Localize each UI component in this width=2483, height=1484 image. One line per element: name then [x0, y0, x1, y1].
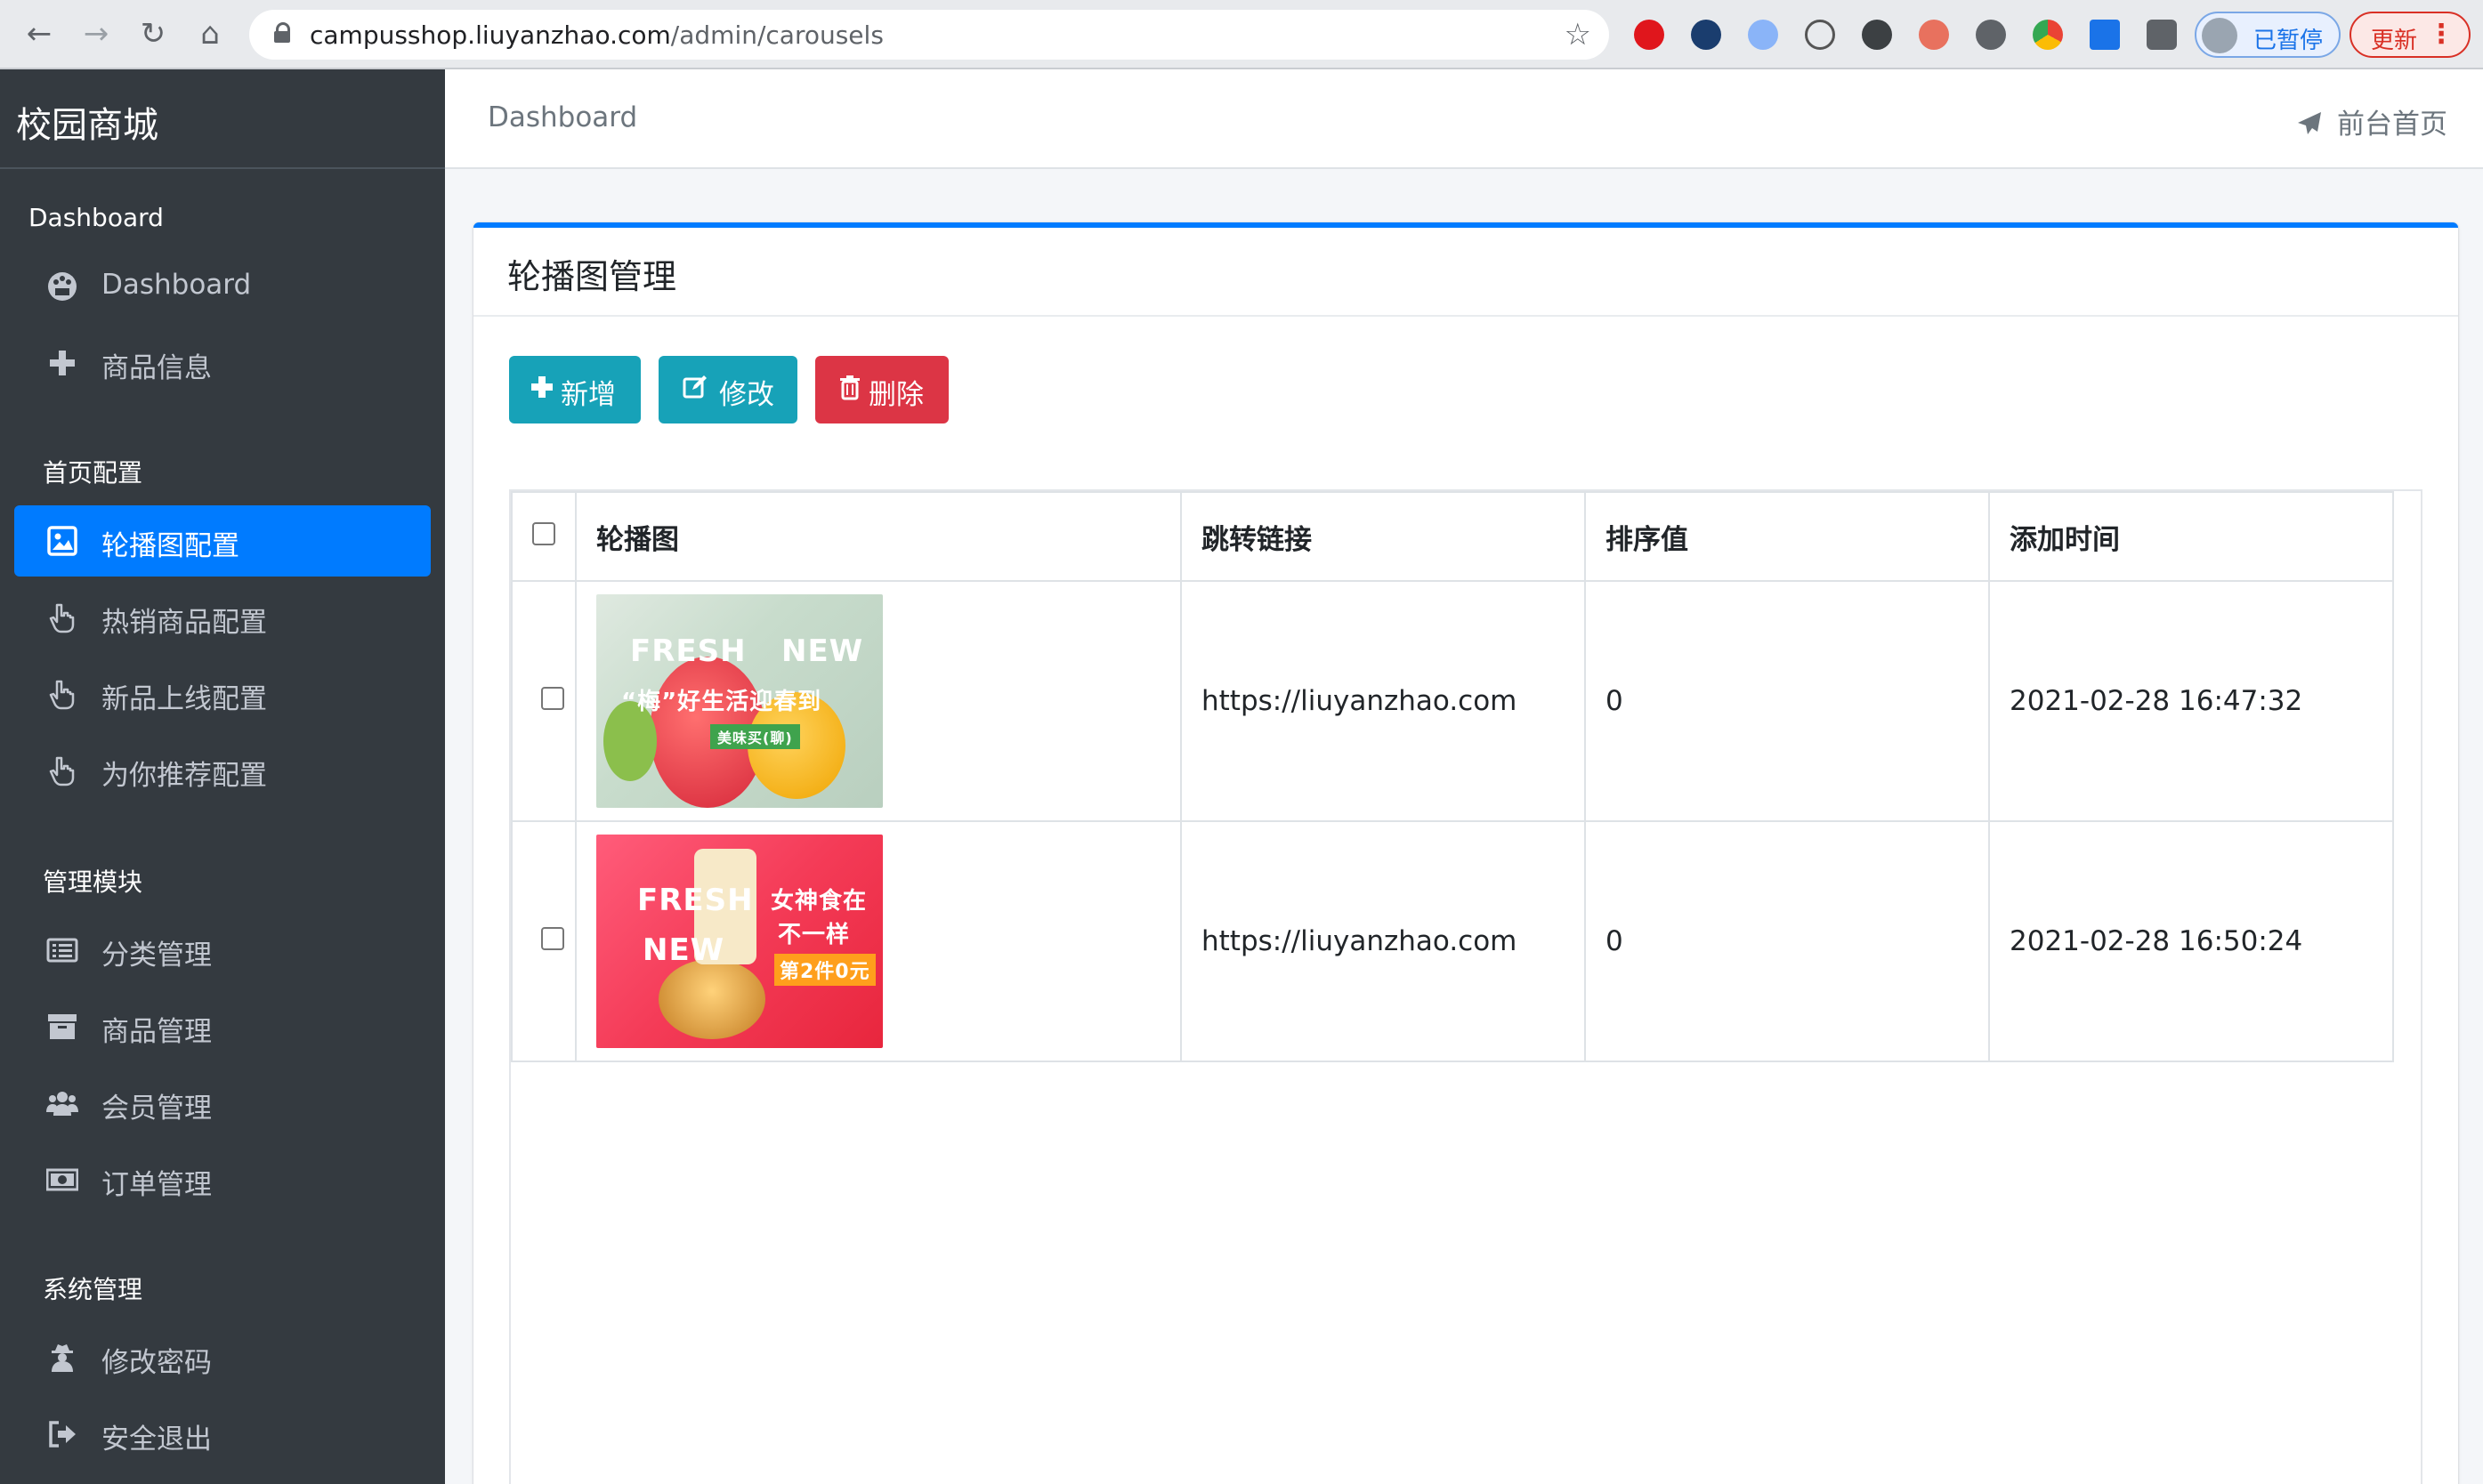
address-bar[interactable]: campusshop.liuyanzhao.com/admin/carousel… — [249, 10, 1609, 60]
link-cell: https://liuyanzhao.com — [1180, 820, 1586, 1062]
url-text: campusshop.liuyanzhao.com/admin/carousel… — [310, 20, 884, 50]
extension-icon[interactable] — [1748, 20, 1778, 50]
carousel-image-cell: FRESH NEW “梅”好生活迎春到 美味买(聊) — [575, 580, 1182, 822]
update-button[interactable]: 更新 ⋮ — [2350, 12, 2471, 58]
home-icon[interactable]: ⌂ — [190, 14, 230, 53]
sidebar-item-products[interactable]: 商品管理 — [14, 991, 431, 1062]
sign-out-icon — [46, 1418, 78, 1450]
sidebar: 校园商城 Dashboard Dashboard 商品信息 首页配置 轮播图配置… — [0, 69, 445, 1484]
card-header: 轮播图管理 — [473, 228, 2458, 317]
created-cell: 2021-02-28 16:47:32 — [1988, 580, 2394, 822]
carousel-image-cell: FRESH NEW 女神食在 不一样 第2件0元 — [575, 820, 1182, 1062]
image-icon — [46, 525, 78, 557]
extension-icon[interactable] — [1805, 20, 1835, 50]
select-all-checkbox[interactable] — [532, 522, 555, 545]
delete-button[interactable]: 删除 — [815, 356, 949, 423]
sidebar-item-logout[interactable]: 安全退出 — [14, 1399, 431, 1470]
column-header-link[interactable]: 跳转链接 — [1180, 491, 1586, 582]
sort-cell: 0 — [1584, 820, 1990, 1062]
extension-icon[interactable] — [1919, 20, 1949, 50]
more-vert-icon: ⋮ — [2428, 19, 2455, 50]
edit-icon — [683, 375, 707, 399]
extension-icon[interactable] — [2090, 20, 2120, 50]
paper-plane-icon — [2298, 112, 2321, 134]
extension-icon[interactable] — [2033, 20, 2063, 50]
sidebar-item-dashboard[interactable]: Dashboard — [14, 251, 431, 322]
puzzle-icon[interactable] — [2147, 20, 2177, 50]
sidebar-item-carousel-config[interactable]: 轮播图配置 — [14, 505, 431, 577]
extension-icon[interactable] — [1634, 20, 1664, 50]
edit-button[interactable]: 修改 — [659, 356, 797, 423]
plus-icon — [531, 376, 553, 398]
hand-pointer-icon — [46, 601, 78, 633]
link-cell: https://liuyanzhao.com — [1180, 580, 1586, 822]
column-header-sort[interactable]: 排序值 — [1584, 491, 1990, 582]
section-title-home-config: 首页配置 — [43, 458, 143, 488]
sidebar-item-members[interactable]: 会员管理 — [14, 1068, 431, 1139]
column-header-created[interactable]: 添加时间 — [1988, 491, 2394, 582]
select-all-cell — [511, 491, 577, 582]
reload-icon[interactable]: ↻ — [133, 14, 173, 53]
hand-pointer-icon — [46, 678, 78, 710]
bookmark-star-icon[interactable]: ☆ — [1565, 17, 1591, 52]
extension-icon[interactable] — [1862, 20, 1892, 50]
palette-icon — [46, 270, 78, 302]
brand[interactable]: 校园商城 — [0, 69, 445, 169]
carousel-image[interactable]: FRESH NEW 女神食在 不一样 第2件0元 — [596, 835, 883, 1048]
breadcrumb[interactable]: Dashboard — [488, 101, 637, 133]
table-row[interactable]: FRESH NEW 女神食在 不一样 第2件0元 https://liuyanz… — [511, 820, 2394, 1062]
storefront-home-link[interactable]: 前台首页 — [2296, 101, 2447, 141]
top-navbar: Dashboard 前台首页 — [445, 69, 2483, 169]
created-cell: 2021-02-28 16:50:24 — [1988, 820, 2394, 1062]
users-icon — [46, 1087, 78, 1119]
section-title-dashboard: Dashboard — [28, 203, 164, 232]
row-select-cell — [511, 820, 577, 1062]
sidebar-item-category[interactable]: 分类管理 — [14, 915, 431, 986]
carousel-image[interactable]: FRESH NEW “梅”好生活迎春到 美味买(聊) — [596, 594, 883, 808]
sidebar-item-orders[interactable]: 订单管理 — [14, 1144, 431, 1215]
sidebar-item-new-products[interactable]: 新品上线配置 — [14, 658, 431, 730]
forward-arrow-icon[interactable]: → — [77, 14, 116, 53]
table-row[interactable]: FRESH NEW “梅”好生活迎春到 美味买(聊) https://liuya… — [511, 580, 2394, 822]
plus-icon — [46, 347, 78, 379]
table-header-row: 轮播图 跳转链接 排序值 添加时间 — [511, 491, 2394, 582]
add-button[interactable]: 新增 — [509, 356, 641, 423]
carousel-card: 轮播图管理 新增 修改 删除 轮播图 跳转链接 排序值 添加时间 FRESH N… — [473, 222, 2458, 1484]
profile-button[interactable]: 已暂停 — [2195, 12, 2341, 58]
sort-cell: 0 — [1584, 580, 1990, 822]
user-secret-icon — [46, 1342, 78, 1374]
carousel-table-container: 轮播图 跳转链接 排序值 添加时间 FRESH NEW “梅”好生活迎春到 美味… — [509, 489, 2422, 1484]
lock-icon — [274, 22, 290, 44]
row-select-cell — [511, 580, 577, 822]
back-arrow-icon[interactable]: ← — [20, 14, 59, 53]
hand-pointer-icon — [46, 754, 78, 786]
extension-icon[interactable] — [1691, 20, 1721, 50]
sidebar-item-change-password[interactable]: 修改密码 — [14, 1322, 431, 1393]
trash-icon — [840, 375, 860, 400]
page-title: 轮播图管理 — [507, 257, 677, 296]
column-header-image[interactable]: 轮播图 — [575, 491, 1182, 582]
row-checkbox[interactable] — [541, 927, 564, 950]
row-checkbox[interactable] — [541, 687, 564, 710]
avatar — [2202, 18, 2237, 53]
section-title-system: 系统管理 — [43, 1275, 143, 1304]
archive-icon — [46, 1011, 78, 1043]
sidebar-item-recommend[interactable]: 为你推荐配置 — [14, 735, 431, 806]
list-alt-icon — [46, 934, 78, 966]
carousel-table: 轮播图 跳转链接 排序值 添加时间 FRESH NEW “梅”好生活迎春到 美味… — [511, 491, 2394, 1062]
sidebar-item-hot-products[interactable]: 热销商品配置 — [14, 582, 431, 653]
browser-toolbar: ← → ↻ ⌂ campusshop.liuyanzhao.com/admin/… — [0, 0, 2483, 69]
money-bill-icon — [45, 1164, 79, 1196]
sidebar-item-product-info[interactable]: 商品信息 — [14, 327, 431, 399]
extension-icon[interactable] — [1976, 20, 2006, 50]
section-title-management: 管理模块 — [43, 867, 143, 897]
